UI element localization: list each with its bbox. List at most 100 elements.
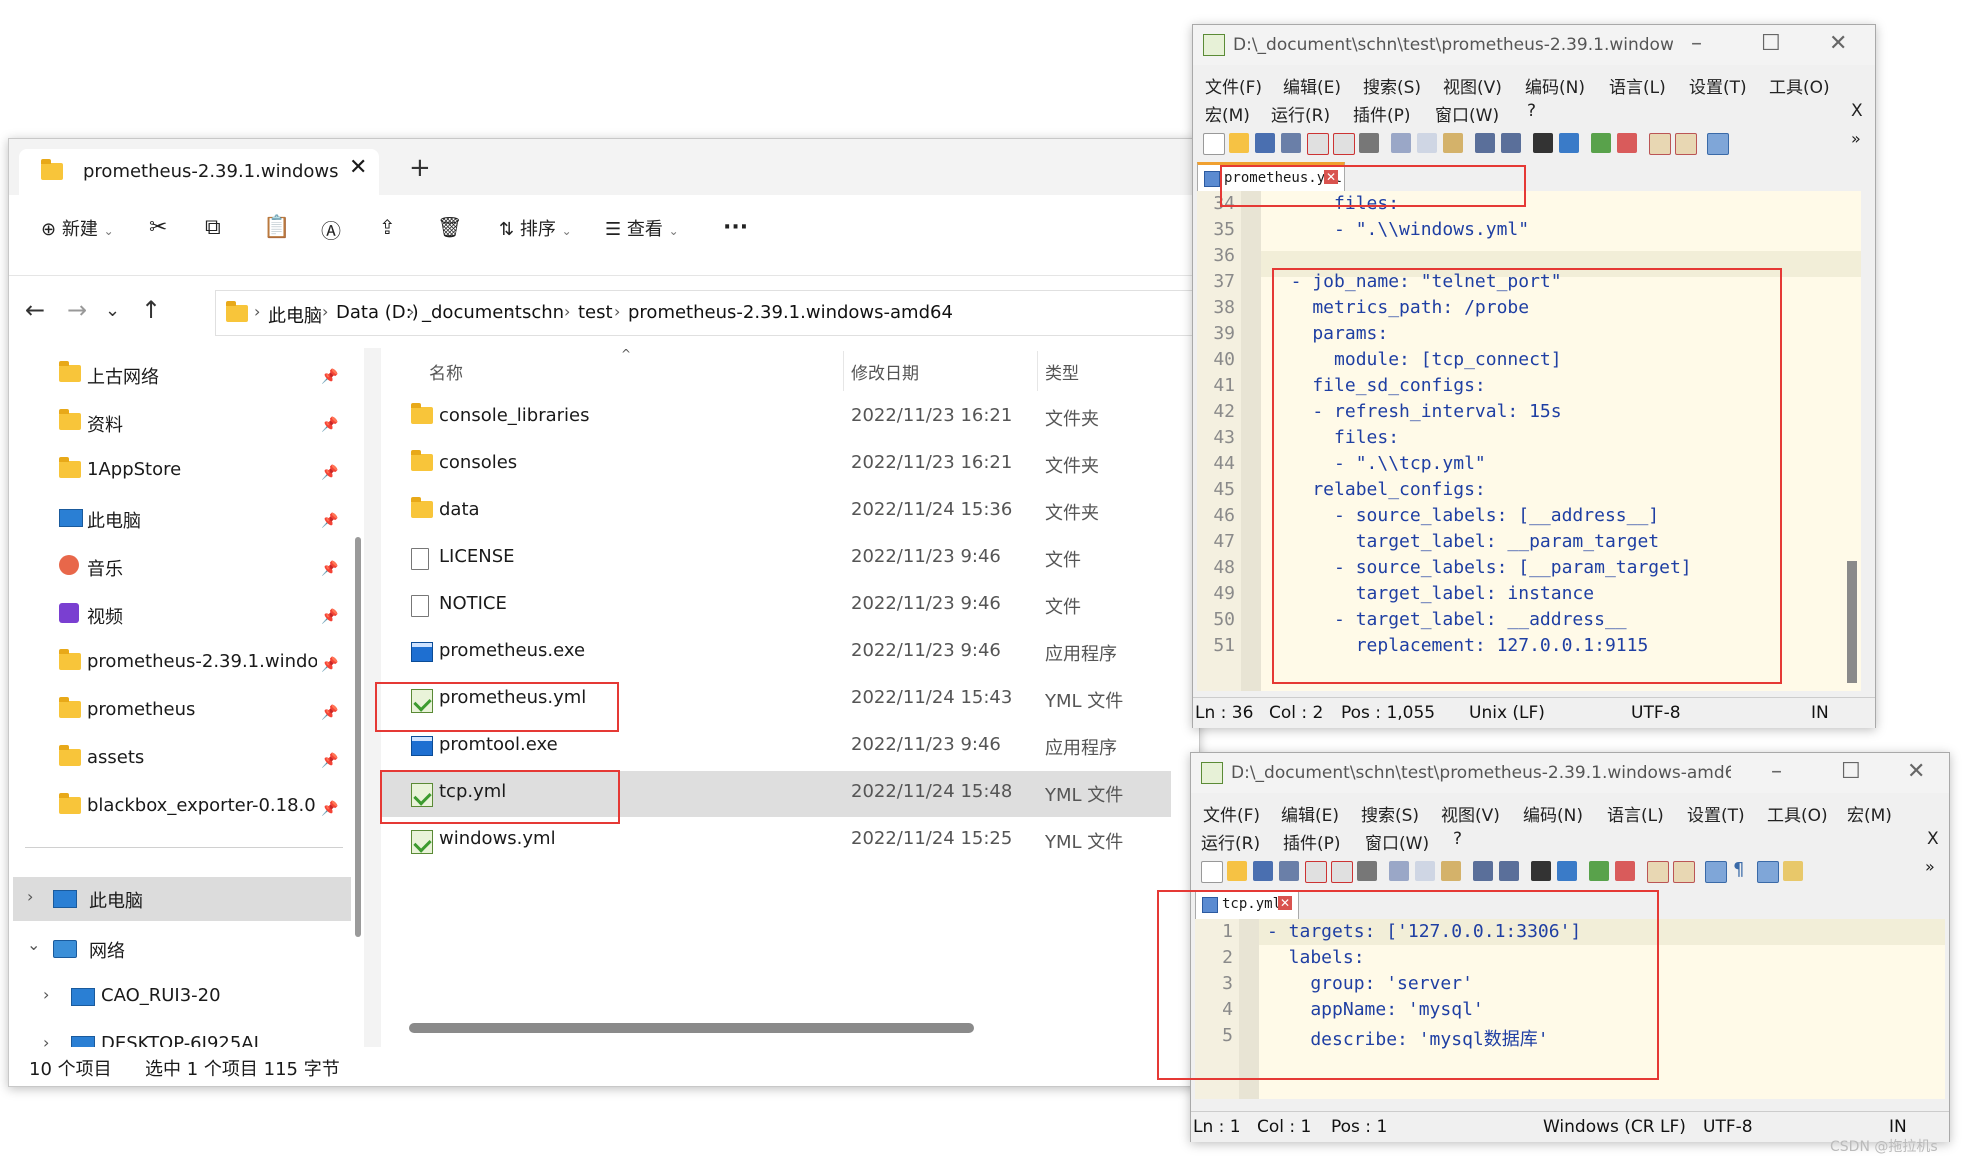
recent-dropdown-icon[interactable]: ⌄ [105,300,120,321]
print-icon[interactable] [1357,861,1377,881]
back-arrow-icon[interactable]: ← [25,296,45,324]
find-icon[interactable] [1531,861,1551,881]
pin-icon[interactable]: 📌 [321,609,338,625]
paste-icon[interactable]: 📋 [263,215,290,240]
menu-edit[interactable]: 编辑(E) [1281,801,1339,826]
zoom-in-icon[interactable] [1589,861,1609,881]
menu-search[interactable]: 搜索(S) [1363,73,1421,98]
close-all-icon[interactable] [1333,133,1355,155]
pin-icon[interactable]: 📌 [321,417,338,433]
menu-language[interactable]: 语言(L) [1609,73,1666,98]
save-all-icon[interactable] [1281,133,1301,153]
maximize-icon[interactable]: ☐ [1841,759,1861,784]
file-row[interactable]: console_libraries 2022/11/23 16:21 文件夹 [381,395,1171,441]
replace-icon[interactable] [1557,861,1577,881]
close-file-icon[interactable] [1307,133,1329,155]
sync-v-icon[interactable] [1649,133,1671,155]
more-options-icon[interactable]: ··· [723,215,748,240]
redo-icon[interactable] [1499,861,1519,881]
sidebar-scrollbar[interactable] [355,537,361,937]
copy-icon[interactable] [1415,861,1435,881]
cut-icon[interactable] [1391,133,1411,153]
pin-icon[interactable]: 📌 [321,513,338,529]
column-header-type[interactable]: 类型 [1045,359,1079,384]
menu-help[interactable]: ? [1527,101,1536,121]
paste-icon[interactable] [1443,133,1463,153]
rename-icon[interactable]: Ⓐ [321,215,341,244]
file-row[interactable]: prometheus.exe 2022/11/23 9:46 应用程序 [381,630,1171,676]
cut-icon[interactable] [1389,861,1409,881]
new-tab-button[interactable]: + [409,153,431,183]
share-icon[interactable]: ⇪ [379,215,396,239]
chevron-down-icon[interactable]: ⌄ [27,935,40,954]
close-document-x[interactable]: X [1851,101,1863,121]
undo-icon[interactable] [1475,133,1495,153]
print-icon[interactable] [1359,133,1379,153]
tree-item-host[interactable]: › DESKTOP-6J925AI [13,1023,351,1047]
toolbar-overflow-icon[interactable]: » [1925,857,1935,876]
menu-language[interactable]: 语言(L) [1607,801,1664,826]
save-icon[interactable] [1255,133,1275,153]
breadcrumb-drive[interactable]: Data (D:) [336,302,419,323]
new-file-icon[interactable] [1201,861,1223,883]
breadcrumb-document[interactable]: _document [422,302,522,323]
menu-tools[interactable]: 工具(O) [1767,801,1828,826]
menu-run[interactable]: 运行(R) [1271,101,1330,126]
chevron-right-icon[interactable]: › [43,985,49,1004]
file-row[interactable]: data 2022/11/24 15:36 文件夹 [381,489,1171,535]
new-button[interactable]: ⊕ 新建 ⌄ [41,215,114,241]
zoom-out-icon[interactable] [1615,861,1635,881]
pin-icon[interactable]: 📌 [321,561,338,577]
minimize-icon[interactable]: – [1691,31,1702,56]
breadcrumb-test[interactable]: test [578,302,613,323]
column-header-name[interactable]: 名称 [429,359,463,384]
breadcrumb-current[interactable]: prometheus-2.39.1.windows-amd64 [628,302,953,323]
toolbar-overflow-icon[interactable]: » [1851,129,1861,148]
pin-icon[interactable]: 📌 [321,801,338,817]
menu-plugins[interactable]: 插件(P) [1353,101,1411,126]
menu-window[interactable]: 窗口(W) [1365,829,1429,854]
up-arrow-icon[interactable]: ↑ [141,296,161,324]
menu-plugins[interactable]: 插件(P) [1283,829,1341,854]
address-bar[interactable]: › 此电脑 › Data (D:) › _document › schn › t… [215,290,1196,336]
breadcrumb-this-pc[interactable]: 此电脑 [268,302,322,328]
menu-search[interactable]: 搜索(S) [1361,801,1419,826]
pin-icon[interactable]: 📌 [321,753,338,769]
menu-settings[interactable]: 设置(T) [1687,801,1745,826]
redo-icon[interactable] [1501,133,1521,153]
word-wrap-icon[interactable] [1705,861,1727,883]
menu-settings[interactable]: 设置(T) [1689,73,1747,98]
file-row[interactable]: consoles 2022/11/23 16:21 文件夹 [381,442,1171,488]
pin-icon[interactable]: 📌 [321,657,338,673]
replace-icon[interactable] [1559,133,1579,153]
menu-window[interactable]: 窗口(W) [1435,101,1499,126]
save-icon[interactable] [1253,861,1273,881]
sync-h-icon[interactable] [1673,861,1695,883]
chevron-right-icon[interactable]: › [43,1033,49,1047]
open-file-icon[interactable] [1227,861,1247,881]
indent-guide-icon[interactable] [1757,861,1779,883]
zoom-out-icon[interactable] [1617,133,1637,153]
copy-icon[interactable]: ⧉ [205,215,221,240]
sync-h-icon[interactable] [1675,133,1697,155]
maximize-icon[interactable]: ☐ [1761,31,1781,56]
horizontal-scrollbar[interactable] [409,1023,974,1033]
menu-macro[interactable]: 宏(M) [1205,101,1250,126]
vertical-scrollbar[interactable] [1847,561,1857,683]
cut-icon[interactable]: ✂ [149,215,167,240]
close-all-icon[interactable] [1331,861,1353,883]
tree-item-this-pc[interactable]: › 此电脑 [13,877,351,921]
chevron-right-icon[interactable]: › [27,887,33,906]
column-header-date[interactable]: 修改日期 [851,359,919,384]
doc-map-icon[interactable] [1783,861,1803,881]
menu-run[interactable]: 运行(R) [1201,829,1260,854]
tree-item-network[interactable]: ⌄ 网络 [13,927,351,971]
close-icon[interactable]: ✕ [1907,759,1925,784]
pin-icon[interactable]: 📌 [321,705,338,721]
copy-icon[interactable] [1417,133,1437,153]
menu-encoding[interactable]: 编码(N) [1525,73,1585,98]
menu-encoding[interactable]: 编码(N) [1523,801,1583,826]
close-file-icon[interactable] [1305,861,1327,883]
tree-item-host[interactable]: › CAO_RUI3-20 [13,975,351,1019]
find-icon[interactable] [1533,133,1553,153]
